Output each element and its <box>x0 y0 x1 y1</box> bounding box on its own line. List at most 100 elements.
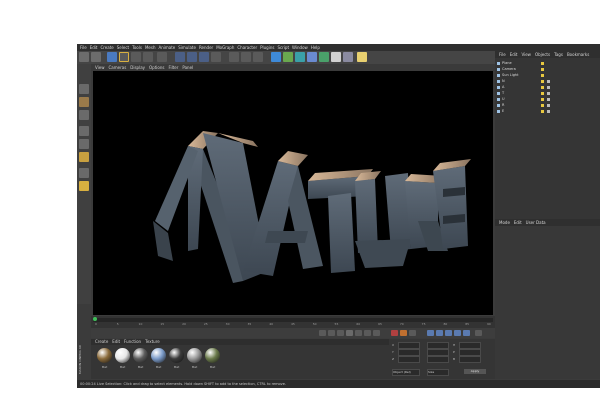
size-z-field[interactable] <box>427 356 449 363</box>
scale-key-icon[interactable] <box>436 330 443 336</box>
object-row[interactable]: T <box>497 91 598 96</box>
phong-tag-icon[interactable] <box>541 104 544 107</box>
menu-plugins[interactable]: Plugins <box>260 44 274 51</box>
menu-edit[interactable]: Edit <box>90 44 98 51</box>
viewport-menu-panel[interactable]: Panel <box>182 64 193 71</box>
material-menu-edit[interactable]: Edit <box>112 339 120 345</box>
coord-x-field[interactable] <box>398 342 420 349</box>
y-axis-icon[interactable] <box>187 52 197 62</box>
material-swatch[interactable] <box>97 348 112 363</box>
material-tag-icon[interactable] <box>547 110 550 113</box>
coord-z-field[interactable] <box>398 356 420 363</box>
object-row[interactable]: Camera <box>497 67 598 72</box>
next-key-icon[interactable] <box>364 330 371 336</box>
position-key-icon[interactable] <box>427 330 434 336</box>
material-swatch[interactable] <box>115 348 130 363</box>
go-to-start-icon[interactable] <box>319 330 326 336</box>
material-tag-icon[interactable] <box>547 104 550 107</box>
go-to-end-icon[interactable] <box>373 330 380 336</box>
camera-icon[interactable] <box>343 52 353 62</box>
material-tag-icon[interactable] <box>547 80 550 83</box>
x-axis-icon[interactable] <box>175 52 185 62</box>
menu-character[interactable]: Character <box>237 44 257 51</box>
menu-tools[interactable]: Tools <box>132 44 142 51</box>
previous-key-icon[interactable] <box>328 330 335 336</box>
recent-tool-icon[interactable] <box>157 52 167 62</box>
deformer-icon[interactable] <box>319 52 329 62</box>
objects-menu-file[interactable]: File <box>499 51 506 58</box>
attributes-menu-mode[interactable]: Mode <box>499 219 510 226</box>
material-tag-icon[interactable] <box>547 86 550 89</box>
coord-y-field[interactable] <box>398 349 420 356</box>
material-swatch[interactable] <box>169 348 184 363</box>
menu-animate[interactable]: Animate <box>158 44 175 51</box>
material-menu-function[interactable]: Function <box>124 339 141 345</box>
attributes-menu-user-data[interactable]: User Data <box>526 219 546 226</box>
object-row[interactable]: Plane <box>497 61 598 66</box>
perspective-viewport[interactable] <box>93 71 493 315</box>
objects-menu-bookmarks[interactable]: Bookmarks <box>567 51 589 58</box>
object-row[interactable]: A <box>497 85 598 90</box>
menu-mograph[interactable]: MoGraph <box>216 44 234 51</box>
material-swatch[interactable] <box>205 348 220 363</box>
phong-tag-icon[interactable] <box>541 92 544 95</box>
spline-icon[interactable] <box>283 52 293 62</box>
edges-mode-icon[interactable] <box>79 139 89 149</box>
live-selection-icon[interactable] <box>107 52 117 62</box>
move-icon[interactable] <box>119 52 129 62</box>
coordinate-mode-dropdown[interactable]: Object (Rel) <box>392 369 420 376</box>
texture-mode-icon[interactable] <box>79 110 89 120</box>
viewport-menu-display[interactable]: Display <box>130 64 145 71</box>
pla-key-icon[interactable] <box>463 330 470 336</box>
menu-help[interactable]: Help <box>311 44 320 51</box>
light-icon[interactable] <box>357 52 367 62</box>
menu-create[interactable]: Create <box>100 44 113 51</box>
parameter-key-icon[interactable] <box>454 330 461 336</box>
phong-tag-icon[interactable] <box>541 98 544 101</box>
apply-button[interactable]: Apply <box>464 369 486 374</box>
size-x-field[interactable] <box>427 342 449 349</box>
phong-tag-icon[interactable] <box>541 80 544 83</box>
cube-icon[interactable] <box>271 52 281 62</box>
model-mode-icon[interactable] <box>79 97 89 107</box>
phong-tag-icon[interactable] <box>541 86 544 89</box>
scale-icon[interactable] <box>131 52 141 62</box>
redo-icon[interactable] <box>91 52 101 62</box>
rot-h-field[interactable] <box>459 342 481 349</box>
play-icon[interactable] <box>346 330 353 336</box>
viewport-menu-filter[interactable]: Filter <box>168 64 178 71</box>
keyframe-selection-icon[interactable] <box>409 330 416 336</box>
points-mode-icon[interactable] <box>79 126 89 136</box>
rot-b-field[interactable] <box>459 356 481 363</box>
autokey-icon[interactable] <box>400 330 407 336</box>
menu-render[interactable]: Render <box>199 44 213 51</box>
timeline-options-icon[interactable] <box>475 330 482 336</box>
previous-frame-icon[interactable] <box>337 330 344 336</box>
phong-tag-icon[interactable] <box>541 68 544 71</box>
objects-menu-edit[interactable]: Edit <box>510 51 518 58</box>
object-row[interactable]: E <box>497 109 598 114</box>
phong-tag-icon[interactable] <box>541 62 544 65</box>
menu-file[interactable]: File <box>80 44 87 51</box>
viewport-menu-view[interactable]: View <box>95 64 105 71</box>
object-row[interactable]: U <box>497 97 598 102</box>
coordinate-system-icon[interactable] <box>211 52 221 62</box>
next-frame-icon[interactable] <box>355 330 362 336</box>
enable-axis-icon[interactable] <box>79 168 89 178</box>
render-picture-viewer-icon[interactable] <box>241 52 251 62</box>
rotation-key-icon[interactable] <box>445 330 452 336</box>
scene-icon[interactable] <box>331 52 341 62</box>
attributes-menu-edit[interactable]: Edit <box>514 219 522 226</box>
object-row[interactable]: Sun Light <box>497 73 598 78</box>
menu-mesh[interactable]: Mesh <box>145 44 156 51</box>
menu-simulate[interactable]: Simulate <box>178 44 196 51</box>
menu-select[interactable]: Select <box>117 44 129 51</box>
z-axis-icon[interactable] <box>199 52 209 62</box>
polygons-mode-icon[interactable] <box>79 152 89 162</box>
material-swatch[interactable] <box>133 348 148 363</box>
array-icon[interactable] <box>307 52 317 62</box>
material-swatch[interactable] <box>151 348 166 363</box>
object-row[interactable]: R <box>497 103 598 108</box>
object-row[interactable]: N <box>497 79 598 84</box>
phong-tag-icon[interactable] <box>541 74 544 77</box>
